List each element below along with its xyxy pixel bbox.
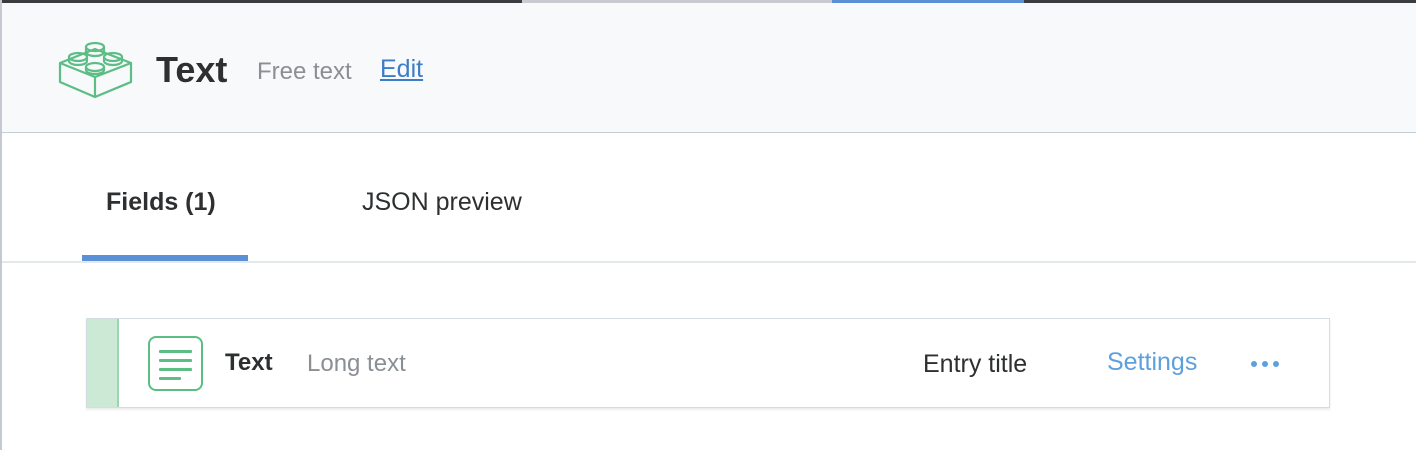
content-type-title: Text (156, 49, 228, 90)
edit-description-link[interactable]: Edit (380, 54, 423, 84)
more-horizontal-icon[interactable] (1247, 355, 1283, 371)
field-settings-button[interactable]: Settings (1107, 347, 1197, 377)
content-type-block-icon (58, 41, 133, 99)
field-row[interactable]: Text Long text Entry title Settings (86, 318, 1330, 408)
field-name: Text (225, 349, 273, 376)
tab-fields[interactable]: Fields (1) (106, 186, 216, 218)
drag-handle[interactable] (87, 319, 119, 407)
tab-json-preview[interactable]: JSON preview (362, 186, 522, 218)
active-tab-indicator (82, 255, 248, 261)
entry-title-label: Entry title (923, 350, 1028, 378)
content-type-description: Free text (257, 58, 352, 85)
content-type-header: Text Free text Edit (2, 3, 1416, 133)
tab-bar: Fields (1) JSON preview (2, 133, 1416, 263)
long-text-icon (148, 336, 203, 391)
field-type: Long text (307, 350, 406, 377)
